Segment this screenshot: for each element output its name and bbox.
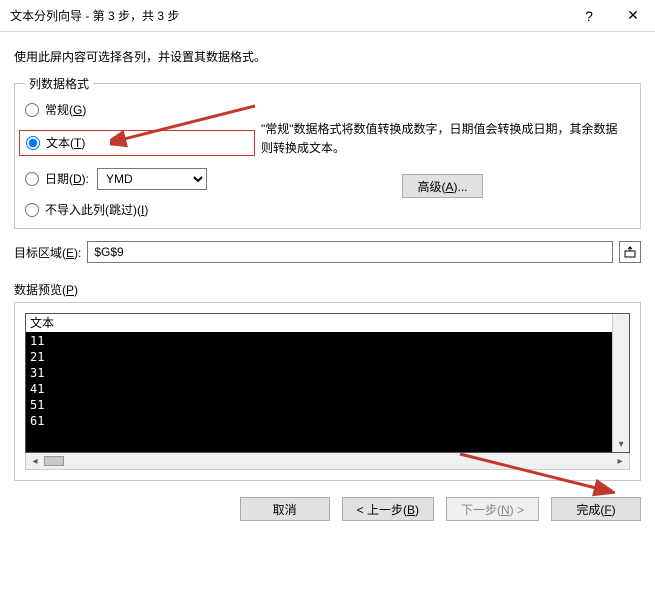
group-legend: 列数据格式 xyxy=(25,75,93,92)
preview-row: 31 xyxy=(26,365,612,381)
hscroll-thumb[interactable] xyxy=(44,456,64,466)
dialog-buttons: 取消 < 上一步(B) 下一步(N) > 完成(F) xyxy=(0,481,655,521)
radio-skip[interactable]: 不导入此列(跳过)(I) xyxy=(25,202,255,218)
target-input[interactable] xyxy=(87,241,613,263)
column-format-group: 列数据格式 常规(G) 文本(T) 日期(D): xyxy=(14,75,641,229)
instruction-text: 使用此屏内容可选择各列，并设置其数据格式。 xyxy=(14,48,641,65)
preview-column[interactable]: 文本 11 21 31 41 51 61 xyxy=(26,314,612,452)
radio-skip-label: 不导入此列(跳过)(I) xyxy=(45,202,148,218)
hscroll-track[interactable] xyxy=(44,456,611,466)
help-button[interactable]: ? xyxy=(567,1,611,31)
preview-row: 41 xyxy=(26,381,612,397)
preview-row: 11 xyxy=(26,333,612,349)
scroll-down-icon: ▾ xyxy=(619,439,624,450)
radio-general-input[interactable] xyxy=(25,103,39,117)
radio-date[interactable]: 日期(D): xyxy=(25,171,89,187)
range-picker-icon xyxy=(624,246,636,258)
titlebar: 文本分列向导 - 第 3 步，共 3 步 ? ✕ xyxy=(0,0,655,32)
horizontal-scrollbar[interactable]: ◂ ▸ xyxy=(25,453,630,470)
vertical-scrollbar[interactable]: ▾ xyxy=(612,314,629,452)
radio-text-input[interactable] xyxy=(26,136,40,150)
preview-legend: 数据预览(P) xyxy=(14,281,641,298)
scroll-left-icon: ◂ xyxy=(28,456,42,467)
radio-date-label: 日期(D): xyxy=(45,171,89,187)
cancel-button[interactable]: 取消 xyxy=(240,497,330,521)
scroll-right-icon: ▸ xyxy=(613,456,627,467)
window-controls: ? ✕ xyxy=(567,1,655,31)
range-picker-button[interactable] xyxy=(619,241,641,263)
close-button[interactable]: ✕ xyxy=(611,1,655,31)
radio-text[interactable]: 文本(T) xyxy=(26,135,85,151)
radio-column: 常规(G) 文本(T) 日期(D): YMD xyxy=(25,100,255,218)
radio-text-highlight: 文本(T) xyxy=(19,130,255,156)
window-title: 文本分列向导 - 第 3 步，共 3 步 xyxy=(10,7,179,24)
preview-box: 文本 11 21 31 41 51 61 ▾ xyxy=(25,313,630,453)
back-button[interactable]: < 上一步(B) xyxy=(342,497,434,521)
preview-row: 21 xyxy=(26,349,612,365)
preview-section: 数据预览(P) 文本 11 21 31 41 51 61 ▾ ◂ xyxy=(14,281,641,481)
date-format-select[interactable]: YMD xyxy=(97,168,207,190)
close-icon: ✕ xyxy=(627,7,639,24)
radio-text-label: 文本(T) xyxy=(46,135,85,151)
next-button: 下一步(N) > xyxy=(446,497,539,521)
format-description: "常规"数据格式将数值转换成数字，日期值会转换成日期，其余数据则转换成文本。 xyxy=(261,120,624,158)
radio-skip-input[interactable] xyxy=(25,203,39,217)
advanced-button[interactable]: 高级(A)... xyxy=(402,174,482,198)
radio-general-label: 常规(G) xyxy=(45,102,86,118)
target-row: 目标区域(E): xyxy=(14,241,641,263)
preview-column-header: 文本 xyxy=(26,314,612,333)
radio-general[interactable]: 常规(G) xyxy=(25,102,255,118)
radio-date-input[interactable] xyxy=(25,172,39,186)
target-label: 目标区域(E): xyxy=(14,244,81,261)
finish-button[interactable]: 完成(F) xyxy=(551,497,641,521)
preview-row: 51 xyxy=(26,397,612,413)
preview-row: 61 xyxy=(26,413,612,429)
